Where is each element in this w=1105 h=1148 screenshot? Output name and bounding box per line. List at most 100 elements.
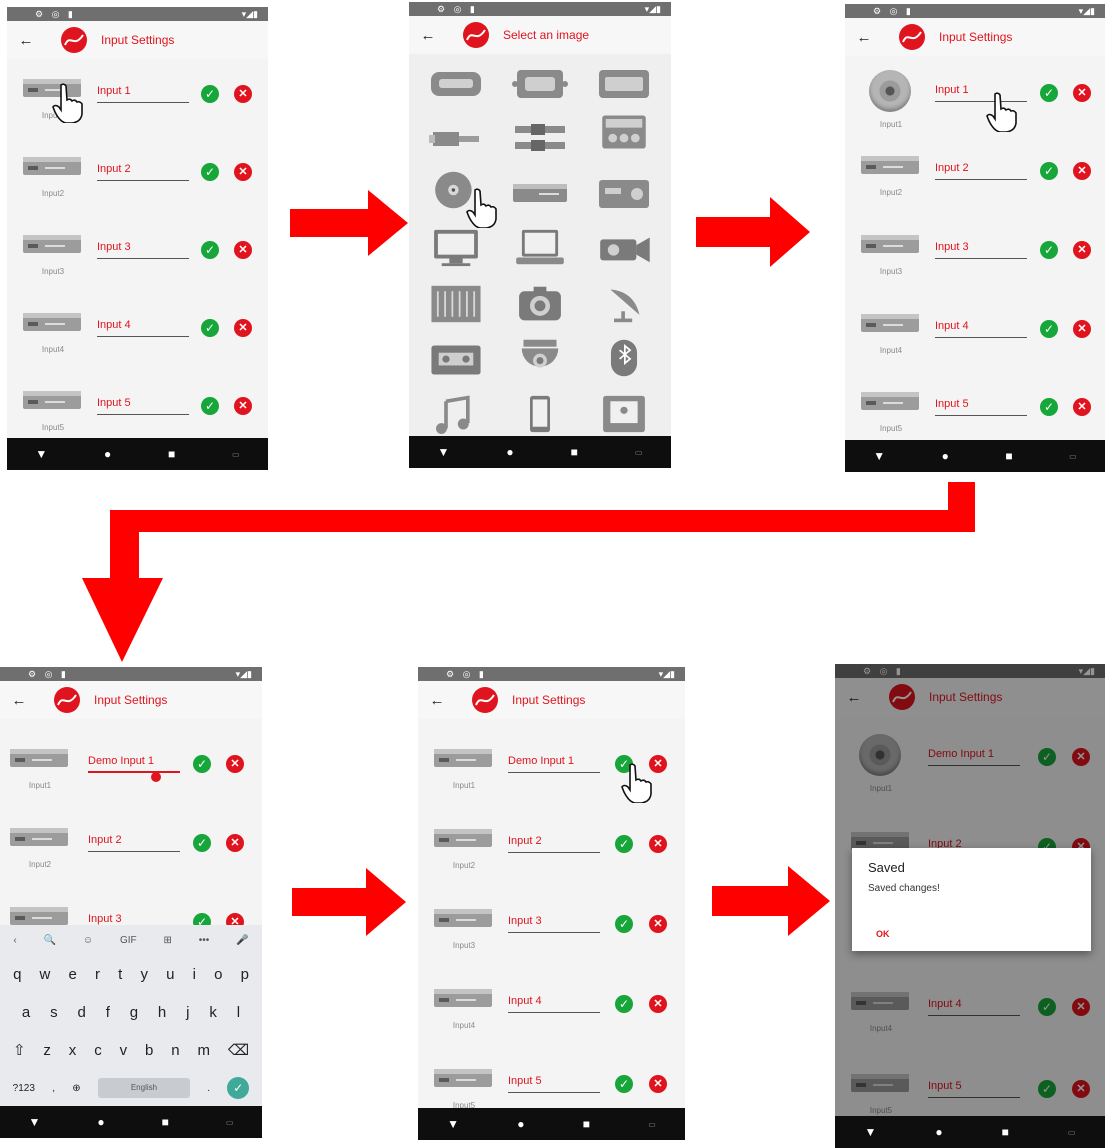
input-name-field[interactable]: Input 4 [508,995,600,1013]
key[interactable]: m [197,1042,210,1059]
confirm-check-icon[interactable]: ✓ [193,755,211,773]
nav-back-icon[interactable]: ▼ [873,449,885,463]
more-icon[interactable]: ••• [199,935,210,946]
key[interactable]: l [237,1004,240,1021]
confirm-check-icon[interactable]: ✓ [1040,84,1058,102]
cancel-x-icon[interactable]: ✕ [1073,398,1091,416]
nav-home-icon[interactable]: ● [104,447,111,461]
key[interactable]: g [130,1004,138,1021]
keyboard-icon[interactable]: ▭ [226,1118,234,1127]
confirm-check-icon[interactable]: ✓ [201,319,219,337]
cancel-x-icon[interactable]: ✕ [234,163,252,181]
key[interactable]: j [186,1004,189,1021]
bluetooth-icon[interactable] [595,338,653,378]
input-name-field[interactable]: Input 1 [97,85,189,103]
nav-recents-icon[interactable]: ■ [1002,1125,1009,1139]
backspace-key[interactable]: ⌫ [228,1041,249,1059]
input-name-field[interactable]: Input 5 [97,397,189,415]
key[interactable]: c [94,1042,102,1059]
input-name-field[interactable]: Input 2 [935,162,1027,180]
keyboard-icon[interactable]: ▭ [635,448,643,457]
keyboard-icon[interactable]: ▭ [648,1120,656,1129]
confirm-check-icon[interactable]: ✓ [1040,398,1058,416]
confirm-check-icon[interactable]: ✓ [615,915,633,933]
gif-button[interactable]: GIF [120,935,137,946]
device-icon[interactable] [10,747,68,769]
key[interactable]: q [13,966,21,983]
confirm-check-icon[interactable]: ✓ [201,85,219,103]
ethernet-cable-icon[interactable] [427,118,485,158]
nav-home-icon[interactable]: ● [517,1117,524,1131]
device-icon[interactable] [434,987,492,1009]
back-arrow-icon[interactable]: ← [15,32,37,49]
key[interactable]: v [120,1042,128,1059]
input-name-field[interactable]: Input 4 [97,319,189,337]
nav-home-icon[interactable]: ● [97,1115,104,1129]
key[interactable]: w [40,966,51,983]
keyboard-icon[interactable]: ▭ [232,450,240,459]
amplifier-icon[interactable] [595,112,653,152]
key[interactable]: e [69,966,77,983]
cancel-x-icon[interactable]: ✕ [649,835,667,853]
key[interactable]: t [118,966,122,983]
confirm-check-icon[interactable]: ✓ [193,834,211,852]
cancel-x-icon[interactable]: ✕ [1073,320,1091,338]
dvd-player-icon[interactable] [511,174,569,214]
confirm-check-icon[interactable]: ✓ [1040,162,1058,180]
nav-home-icon[interactable]: ● [935,1125,942,1139]
input-name-field[interactable]: Input 3 [508,915,600,933]
dome-camera-icon[interactable] [511,338,569,378]
space-bar[interactable]: English [97,1078,190,1098]
nav-recents-icon[interactable]: ■ [571,445,578,459]
video-camera-icon[interactable] [595,228,653,268]
confirm-check-icon[interactable]: ✓ [201,241,219,259]
device-icon[interactable] [23,389,81,411]
nav-back-icon[interactable]: ▼ [29,1115,41,1129]
desktop-computer-icon[interactable] [427,228,485,268]
nav-recents-icon[interactable]: ■ [1005,449,1012,463]
rca-cable-icon[interactable] [511,118,569,158]
key[interactable]: n [171,1042,179,1059]
vhs-tape-icon[interactable] [427,340,485,380]
back-arrow-icon[interactable]: ← [8,692,30,709]
emoji-icon[interactable]: ☺ [83,935,93,946]
keyboard-icon[interactable]: ▭ [1069,452,1077,461]
nav-home-icon[interactable]: ● [506,445,513,459]
nav-recents-icon[interactable]: ■ [583,1117,590,1131]
input-name-field[interactable]: Input 2 [508,835,600,853]
cancel-x-icon[interactable]: ✕ [649,915,667,933]
camera-icon[interactable] [511,284,569,324]
back-arrow-icon[interactable]: ← [853,29,875,46]
mic-icon[interactable]: 🎤 [236,935,248,946]
device-icon[interactable] [10,826,68,848]
globe-icon[interactable]: ⊕ [72,1083,80,1094]
input-name-field[interactable]: Input 4 [935,320,1027,338]
key[interactable]: u [166,966,174,983]
key[interactable]: z [43,1042,51,1059]
key[interactable]: p [241,966,249,983]
input-name-field[interactable]: Input 3 [97,241,189,259]
comma-key[interactable]: , [52,1083,55,1094]
key[interactable]: x [69,1042,77,1059]
confirm-check-icon[interactable]: ✓ [615,835,633,853]
cancel-x-icon[interactable]: ✕ [1073,241,1091,259]
symbols-key[interactable]: ?123 [13,1083,35,1094]
input-name-field[interactable]: Input 5 [508,1075,600,1093]
device-icon[interactable] [434,827,492,849]
key[interactable]: h [158,1004,166,1021]
device-icon[interactable] [861,233,919,255]
nav-recents-icon[interactable]: ■ [162,1115,169,1129]
device-icon[interactable] [434,907,492,929]
cancel-x-icon[interactable]: ✕ [649,995,667,1013]
key[interactable]: r [95,966,100,983]
input-name-field[interactable]: Demo Input 1 [508,755,600,773]
mixer-icon[interactable] [427,284,485,324]
nav-back-icon[interactable]: ▼ [35,447,47,461]
device-icon[interactable] [434,747,492,769]
key[interactable]: o [214,966,222,983]
input-name-field[interactable]: Input 2 [88,834,180,852]
input-name-field[interactable]: Input 5 [935,398,1027,416]
input-name-field[interactable]: Input 2 [97,163,189,181]
search-icon[interactable]: 🔍 [44,935,56,946]
device-icon[interactable] [10,905,68,927]
